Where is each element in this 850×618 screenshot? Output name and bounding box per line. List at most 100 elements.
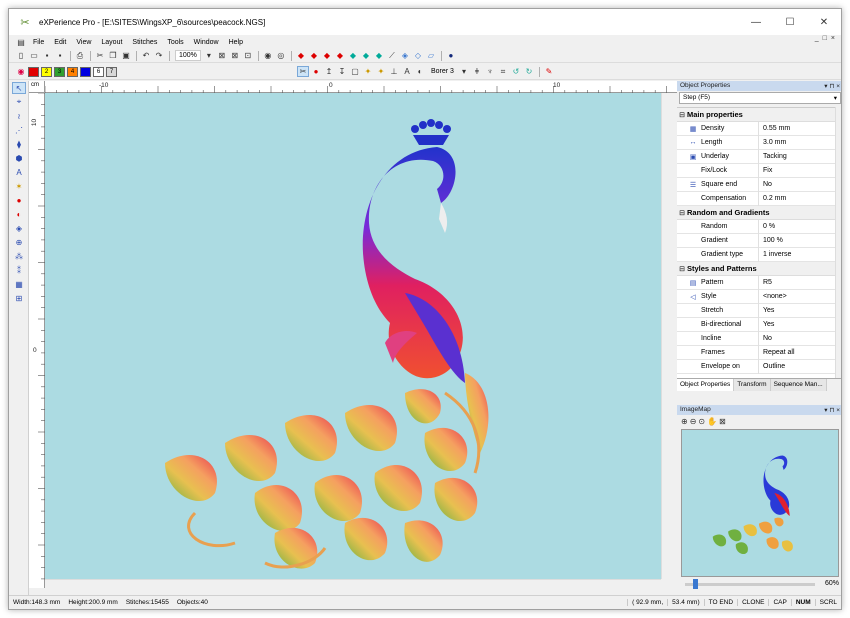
crossstitch-icon[interactable]: ⊞ bbox=[12, 292, 26, 304]
horizontal-scrollbar[interactable] bbox=[45, 579, 661, 589]
rotate-left-icon[interactable]: ↺ bbox=[510, 66, 522, 77]
property-value[interactable]: Outline bbox=[759, 363, 785, 370]
color-swatch-2[interactable]: 2 bbox=[41, 66, 52, 77]
property-value[interactable]: 3.0 mm bbox=[759, 139, 786, 146]
run-stitch-icon[interactable]: ≀ bbox=[12, 110, 26, 122]
reshape-icon[interactable]: ⌗ bbox=[497, 66, 509, 77]
property-row[interactable]: Stretch Yes bbox=[677, 303, 835, 318]
property-value[interactable]: Yes bbox=[759, 321, 774, 328]
collapse-toggle-icon[interactable]: ⊟ bbox=[677, 111, 687, 119]
cord-icon[interactable]: ◐ bbox=[12, 208, 26, 220]
chevron-down-icon[interactable]: ▾ bbox=[203, 50, 215, 61]
property-row[interactable]: ☰ Square end No bbox=[677, 177, 835, 192]
property-row[interactable]: Gradient 100 % bbox=[677, 233, 835, 248]
next-stitch-icon[interactable]: ◆ bbox=[347, 50, 359, 61]
prev-stitch-icon[interactable]: ◆ bbox=[321, 50, 333, 61]
stop-icon[interactable]: ◆ bbox=[334, 50, 346, 61]
frame-icon[interactable]: ♆ bbox=[484, 66, 496, 77]
property-row[interactable]: Random 0 % bbox=[677, 219, 835, 234]
property-value[interactable]: R5 bbox=[759, 279, 772, 286]
property-row[interactable]: ▣ Underlay Tacking bbox=[677, 149, 835, 164]
simulate-icon[interactable]: ◈ bbox=[399, 50, 411, 61]
property-group[interactable]: ⊟ Main properties bbox=[677, 108, 835, 122]
scissors-icon[interactable]: ✂ bbox=[297, 66, 309, 77]
map-icon[interactable]: ▱ bbox=[425, 50, 437, 61]
chevron-down-icon[interactable]: ▾ bbox=[834, 94, 837, 102]
sequin-tool-icon[interactable]: ✶ bbox=[12, 180, 26, 192]
color-swatch-6[interactable]: 6 bbox=[93, 66, 104, 77]
zoom-slider-handle[interactable] bbox=[693, 579, 698, 589]
last-stitch-icon[interactable]: ◆ bbox=[373, 50, 385, 61]
properties-scrollbar[interactable] bbox=[835, 107, 841, 378]
text-tool-icon[interactable]: A bbox=[12, 166, 26, 178]
zoom-box-icon[interactable]: ⊡ bbox=[242, 50, 254, 61]
satin-icon[interactable]: ⧫ bbox=[12, 138, 26, 150]
menu-view[interactable]: View bbox=[71, 39, 96, 46]
paste-icon[interactable]: ▣ bbox=[120, 50, 132, 61]
property-row[interactable]: ↔ Length 3.0 mm bbox=[677, 135, 835, 150]
property-value[interactable]: Tacking bbox=[759, 153, 787, 160]
pan-hand-icon[interactable]: ✋ bbox=[707, 417, 717, 426]
menu-help[interactable]: Help bbox=[224, 39, 248, 46]
copy-icon[interactable]: ❐ bbox=[107, 50, 119, 61]
point-edit-icon[interactable]: ⌖ bbox=[12, 96, 26, 108]
select-tool-icon[interactable]: ↖ bbox=[12, 82, 26, 94]
property-row[interactable]: Bi-directional Yes bbox=[677, 317, 835, 332]
fill-icon[interactable]: ⬢ bbox=[12, 152, 26, 164]
hook-icon[interactable]: ǂ bbox=[471, 66, 483, 77]
tie-off-icon[interactable]: ↧ bbox=[336, 66, 348, 77]
save-all-icon[interactable]: ▪ bbox=[54, 50, 66, 61]
property-value[interactable]: Repeat all bbox=[759, 349, 795, 356]
design-canvas[interactable] bbox=[45, 93, 661, 579]
property-value[interactable]: 0 % bbox=[759, 223, 775, 230]
collapse-toggle-icon[interactable]: ⊟ bbox=[677, 265, 687, 273]
vertical-scrollbar[interactable] bbox=[661, 93, 673, 579]
zoom-in-icon[interactable]: ⊕ bbox=[681, 417, 688, 426]
step-selector[interactable]: Step (F5) ▾ bbox=[679, 92, 841, 104]
open-folder-icon[interactable]: ▭ bbox=[28, 50, 40, 61]
minimize-button[interactable]: — bbox=[739, 9, 773, 35]
zoom-out-icon[interactable]: ⊖ bbox=[690, 417, 697, 426]
document-icon[interactable]: ▤ bbox=[15, 37, 27, 48]
tab-sequence-manager[interactable]: Sequence Man... bbox=[770, 379, 827, 391]
menu-stitches[interactable]: Stitches bbox=[127, 39, 162, 46]
color-swatch-5[interactable]: 5 bbox=[80, 66, 91, 77]
redo-icon[interactable]: ↷ bbox=[153, 50, 165, 61]
pen-icon[interactable]: ✎ bbox=[543, 66, 555, 77]
sequin-icon[interactable]: ✦ bbox=[375, 66, 387, 77]
zoom-tool-icon[interactable]: ⊕ bbox=[12, 236, 26, 248]
info-icon[interactable]: ● bbox=[445, 50, 457, 61]
property-row[interactable]: ▦ Density 0.55 mm bbox=[677, 121, 835, 136]
new-file-icon[interactable]: ▯ bbox=[15, 50, 27, 61]
property-row[interactable]: ▤ Pattern R5 bbox=[677, 275, 835, 290]
menu-edit[interactable]: Edit bbox=[49, 39, 71, 46]
zoom-all-icon[interactable]: ⊠ bbox=[229, 50, 241, 61]
auto-stitch-icon[interactable]: ⋰ bbox=[12, 124, 26, 136]
property-group[interactable]: ⊟ Styles and Patterns bbox=[677, 262, 835, 276]
zoom-slider-track[interactable] bbox=[685, 583, 815, 586]
text-icon[interactable]: A bbox=[401, 66, 413, 77]
save-icon[interactable]: ▪ bbox=[41, 50, 53, 61]
property-row[interactable]: Compensation 0.2 mm bbox=[677, 191, 835, 206]
tab-object-properties[interactable]: Object Properties bbox=[677, 379, 735, 391]
mdi-restore-button[interactable]: □ bbox=[823, 35, 827, 42]
color-wheel-icon[interactable]: ◉ bbox=[15, 66, 27, 77]
zoom-fit-icon[interactable]: ⊠ bbox=[216, 50, 228, 61]
shape-icon[interactable]: ◇ bbox=[412, 50, 424, 61]
panel-controls[interactable]: ▾ ⊓ × bbox=[824, 406, 840, 414]
property-row[interactable]: ◁ Style <none> bbox=[677, 289, 835, 304]
property-value[interactable]: 0.55 mm bbox=[759, 125, 790, 132]
menu-file[interactable]: File bbox=[28, 39, 49, 46]
trim-icon[interactable]: ✦ bbox=[362, 66, 374, 77]
maximize-button[interactable]: ☐ bbox=[773, 9, 807, 35]
color-swatch-3[interactable]: 3 bbox=[54, 66, 65, 77]
view-3d-icon[interactable]: ◎ bbox=[275, 50, 287, 61]
tab-transform[interactable]: Transform bbox=[734, 379, 771, 391]
next-color-icon[interactable]: ◆ bbox=[360, 50, 372, 61]
menu-layout[interactable]: Layout bbox=[96, 39, 127, 46]
needle-icon[interactable]: ⊥ bbox=[388, 66, 400, 77]
rotate-right-icon[interactable]: ↻ bbox=[523, 66, 535, 77]
menu-tools[interactable]: Tools bbox=[162, 39, 188, 46]
property-row[interactable]: Incline No bbox=[677, 331, 835, 346]
property-value[interactable]: 100 % bbox=[759, 237, 783, 244]
